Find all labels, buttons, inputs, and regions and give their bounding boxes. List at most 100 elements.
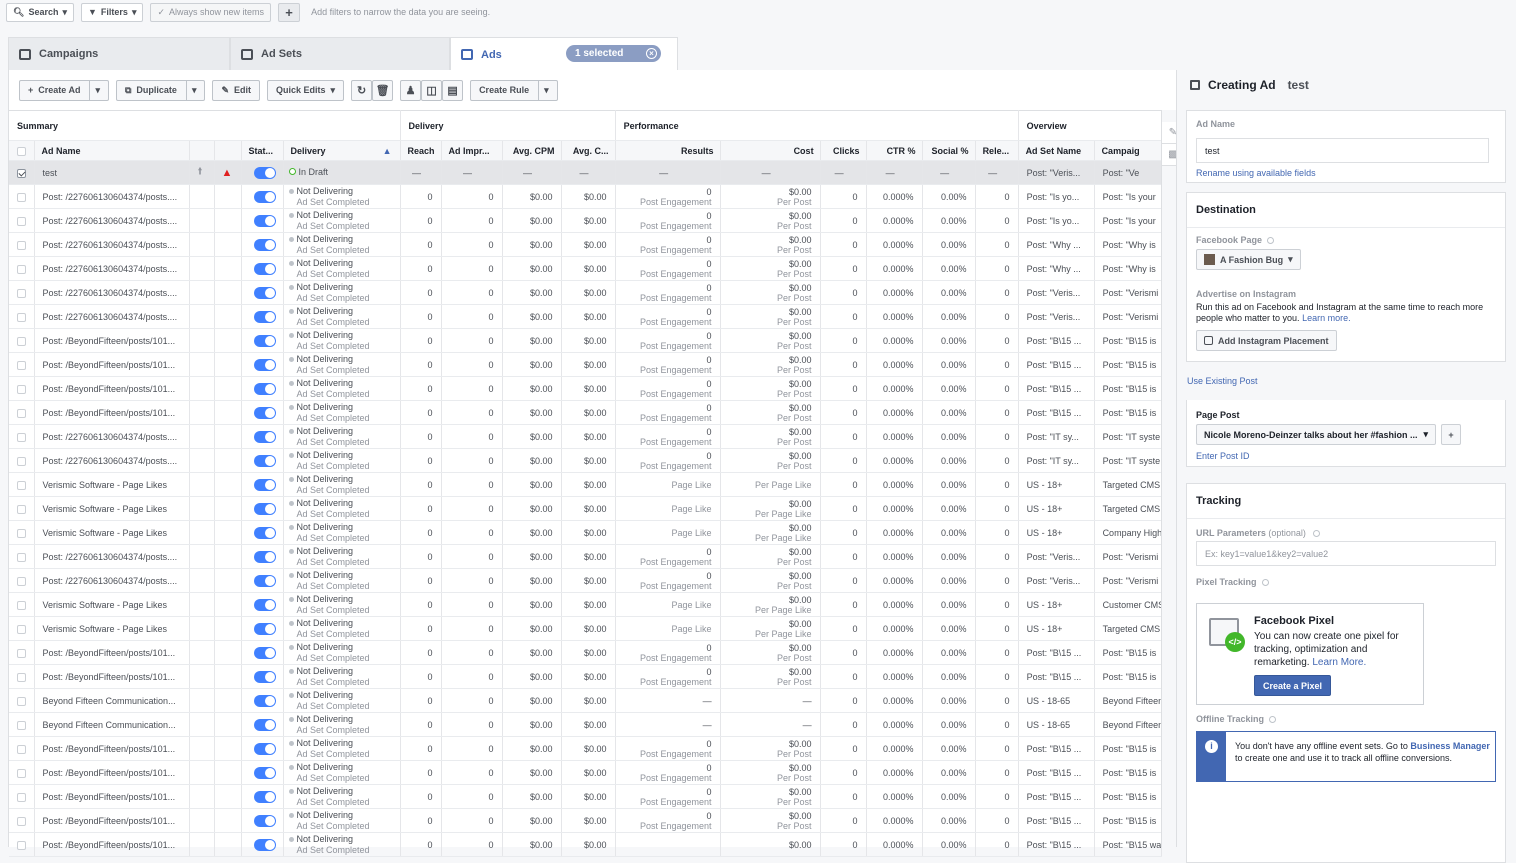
row-checkbox-cell[interactable] xyxy=(9,328,35,353)
select-all-checkbox[interactable] xyxy=(16,146,26,156)
delete-button[interactable]: 🗑︎ xyxy=(372,79,394,101)
status-toggle[interactable] xyxy=(253,646,276,659)
campaign-cell[interactable]: Customer CMS xyxy=(1094,592,1162,617)
row-checkbox-cell[interactable] xyxy=(9,280,35,305)
audience-button[interactable]: ♟ xyxy=(400,79,422,101)
table-row[interactable]: Post: /BeyondFifteen/posts/101... Not Del… xyxy=(9,784,1162,809)
adset-name-cell[interactable]: Post: "B\15 ... xyxy=(1018,352,1095,377)
clear-selection-icon[interactable]: × xyxy=(646,48,657,59)
campaign-cell[interactable]: Post: "Why is xyxy=(1094,232,1162,257)
tab-campaigns[interactable]: Campaigns xyxy=(8,37,230,70)
adset-name-cell[interactable]: Post: "B\15 ... xyxy=(1018,328,1095,353)
status-toggle[interactable] xyxy=(253,358,276,371)
create-ad-button[interactable]: + Create Ad ▾ xyxy=(19,79,109,101)
table-row[interactable]: Post: /BeyondFifteen/posts/101... Not Del… xyxy=(9,400,1162,425)
adset-name-cell[interactable]: Post: "IT sy... xyxy=(1018,424,1095,449)
info-icon[interactable] xyxy=(1267,237,1275,245)
row-checkbox[interactable] xyxy=(16,264,26,274)
adset-name-cell[interactable]: Post: "B\15 ... xyxy=(1018,832,1095,857)
table-row[interactable]: Post: /BeyondFifteen/posts/101... Not Del… xyxy=(9,328,1162,353)
status-toggle[interactable] xyxy=(253,814,276,827)
chevron-down-icon[interactable]: ▾ xyxy=(185,80,196,100)
row-checkbox[interactable] xyxy=(16,240,26,250)
campaign-cell[interactable]: Targeted CMS xyxy=(1094,472,1162,497)
row-checkbox-cell[interactable] xyxy=(9,760,35,785)
row-checkbox[interactable] xyxy=(16,168,26,178)
adset-name-cell[interactable]: US - 18+ xyxy=(1018,520,1095,545)
campaign-cell[interactable]: Post: "IT syste xyxy=(1094,448,1162,473)
campaign-cell[interactable]: Post: "B\15 is xyxy=(1094,808,1162,833)
status-toggle[interactable] xyxy=(253,406,276,419)
info-icon[interactable] xyxy=(1261,579,1269,587)
row-checkbox[interactable] xyxy=(16,504,26,514)
adset-name-cell[interactable]: US - 18+ xyxy=(1018,496,1095,521)
row-checkbox[interactable] xyxy=(16,384,26,394)
row-checkbox-cell[interactable] xyxy=(9,784,35,809)
warning-icon[interactable]: ▲ xyxy=(222,167,233,179)
campaign-cell[interactable]: Post: "Is your xyxy=(1094,184,1162,209)
status-toggle[interactable] xyxy=(253,502,276,515)
table-row[interactable]: Post: /227606130604374/posts.... Not Deli… xyxy=(9,280,1162,305)
row-checkbox[interactable] xyxy=(16,480,26,490)
table-row[interactable]: Post: /BeyondFifteen/posts/101... Not Del… xyxy=(9,376,1162,401)
table-row[interactable]: Post: /227606130604374/posts.... Not Deli… xyxy=(9,568,1162,593)
table-row-draft[interactable]: test 🠙 ▲ In Draft — — — — — — — — — — Po… xyxy=(9,160,1162,185)
row-checkbox-cell[interactable] xyxy=(9,808,35,833)
row-checkbox[interactable] xyxy=(16,600,26,610)
arrow-up-icon[interactable]: 🠙 xyxy=(198,166,203,177)
table-row[interactable]: Beyond Fifteen Communication... Not Deliv… xyxy=(9,688,1162,713)
row-checkbox-cell[interactable] xyxy=(9,568,35,593)
row-checkbox-cell[interactable] xyxy=(9,544,35,569)
adset-name-cell[interactable]: Post: "B\15 ... xyxy=(1018,640,1095,665)
info-icon[interactable] xyxy=(1313,530,1321,538)
status-toggle[interactable] xyxy=(253,310,276,323)
adset-name-cell[interactable]: Post: "IT sy... xyxy=(1018,448,1095,473)
status-toggle[interactable] xyxy=(253,742,276,755)
row-checkbox-cell[interactable] xyxy=(9,424,35,449)
table-row[interactable]: Post: /BeyondFifteen/posts/101... Not Del… xyxy=(9,640,1162,665)
status-toggle[interactable] xyxy=(253,478,276,491)
campaign-cell[interactable]: Post: "Verismi xyxy=(1094,544,1162,569)
status-toggle[interactable] xyxy=(253,214,276,227)
adset-name-cell[interactable]: US - 18+ xyxy=(1018,592,1095,617)
status-toggle[interactable] xyxy=(253,550,276,563)
col-cpc[interactable]: Avg. C... xyxy=(561,140,616,161)
ad-name-cell[interactable]: Post: /BeyondFifteen/posts/101... xyxy=(34,736,190,761)
campaign-cell[interactable]: Post: "B\15 is xyxy=(1094,664,1162,689)
row-checkbox-cell[interactable] xyxy=(9,400,35,425)
status-toggle[interactable] xyxy=(253,262,276,275)
table-row[interactable]: Post: /BeyondFifteen/posts/101... Not Del… xyxy=(9,832,1162,857)
info-icon[interactable] xyxy=(1269,716,1277,724)
ad-name-cell[interactable]: Post: /BeyondFifteen/posts/101... xyxy=(34,832,190,857)
row-checkbox[interactable] xyxy=(16,720,26,730)
row-checkbox[interactable] xyxy=(16,648,26,658)
campaign-cell[interactable]: Post: "Verismi xyxy=(1094,280,1162,305)
row-checkbox[interactable] xyxy=(16,672,26,682)
ad-name-cell[interactable]: Post: /227606130604374/posts.... xyxy=(34,208,190,233)
ad-name-cell[interactable]: Verismic Software - Page Likes xyxy=(34,496,190,521)
ad-name-cell[interactable]: Post: /227606130604374/posts.... xyxy=(34,280,190,305)
selected-count-badge[interactable]: 1 selected × xyxy=(566,45,661,62)
ad-name-cell[interactable]: Post: /227606130604374/posts.... xyxy=(34,304,190,329)
row-checkbox-cell[interactable] xyxy=(9,712,35,737)
report-button[interactable]: ▤ xyxy=(442,79,464,101)
add-post-button[interactable]: + xyxy=(1441,424,1461,445)
col-campaign[interactable]: Campaig xyxy=(1094,140,1162,161)
row-checkbox[interactable] xyxy=(16,528,26,538)
row-checkbox-cell[interactable] xyxy=(9,832,35,857)
campaign-cell[interactable]: Post: "B\15 is xyxy=(1094,400,1162,425)
row-checkbox-cell[interactable] xyxy=(9,256,35,281)
adset-name-cell[interactable]: Post: "B\15 ... xyxy=(1018,664,1095,689)
row-checkbox-cell[interactable] xyxy=(9,448,35,473)
chevron-down-icon[interactable]: ▾ xyxy=(538,80,549,100)
campaign-cell[interactable]: Post: "B\15 is xyxy=(1094,640,1162,665)
table-row[interactable]: Post: /227606130604374/posts.... Not Deli… xyxy=(9,544,1162,569)
adset-name-cell[interactable]: Post: "Why ... xyxy=(1018,256,1095,281)
adset-name-cell[interactable]: Post: "Veris... xyxy=(1018,544,1095,569)
col-ad-name[interactable]: Ad Name xyxy=(34,140,190,161)
status-toggle[interactable] xyxy=(253,238,276,251)
campaign-cell[interactable]: Post: "B\15 is xyxy=(1094,736,1162,761)
row-checkbox[interactable] xyxy=(16,624,26,634)
row-checkbox[interactable] xyxy=(16,408,26,418)
row-checkbox[interactable] xyxy=(16,192,26,202)
